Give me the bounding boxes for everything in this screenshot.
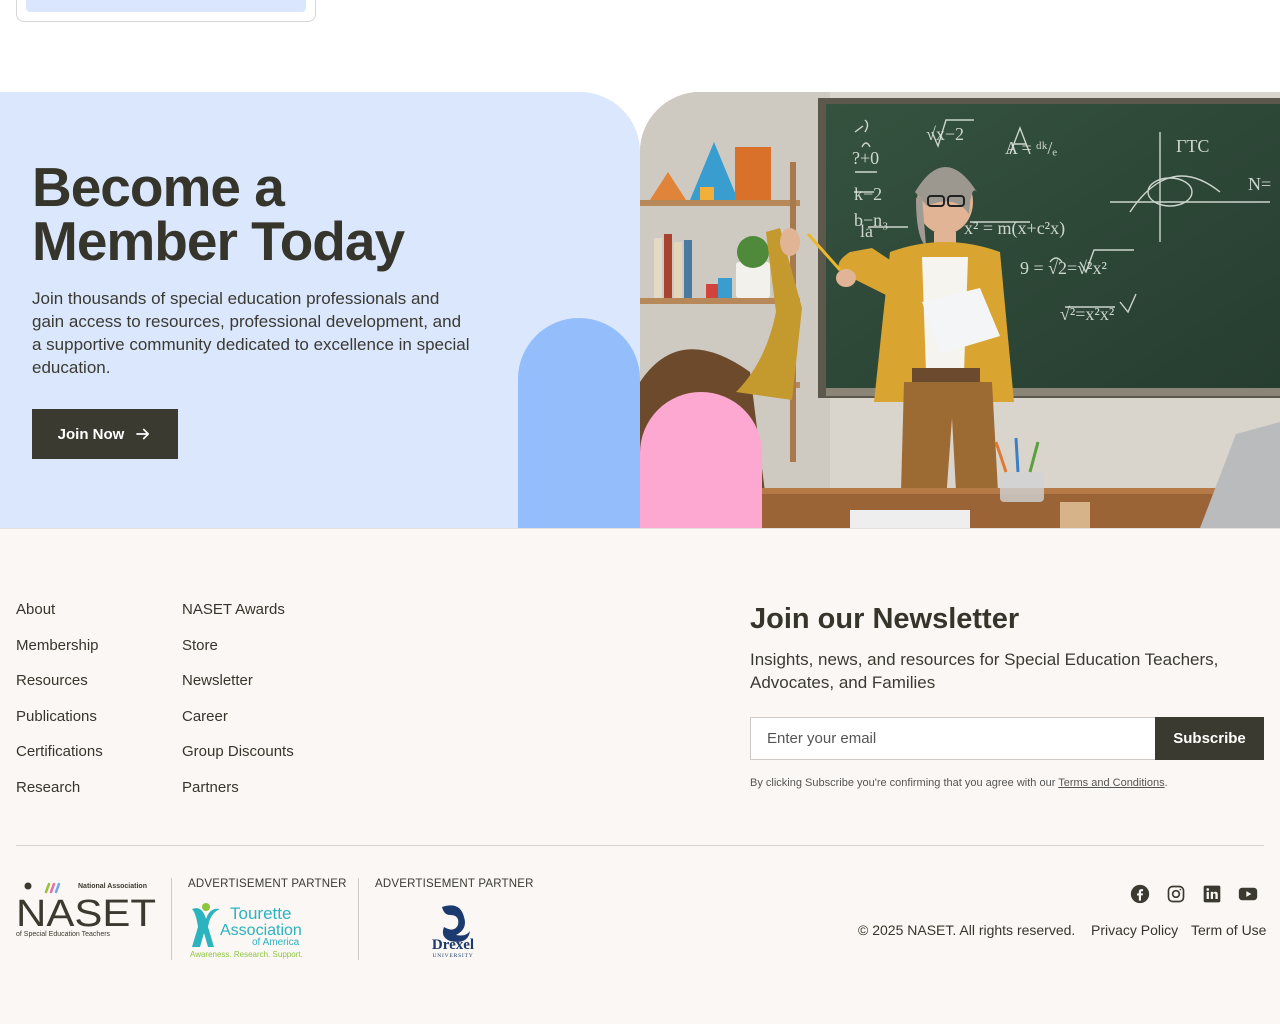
hero-title: Become a Member Today bbox=[32, 156, 405, 272]
svg-text:A = ᵈᵏ/ₑ: A = ᵈᵏ/ₑ bbox=[1005, 138, 1057, 158]
footer-link-about[interactable]: About bbox=[16, 601, 103, 637]
hero-left-panel: Become a Member Today Join thousands of … bbox=[0, 92, 640, 528]
footer-link-publications[interactable]: Publications bbox=[16, 708, 103, 744]
social-links bbox=[1130, 884, 1258, 904]
tourette-tagline: Awareness. Research. Support. bbox=[190, 950, 303, 959]
linkedin-icon[interactable] bbox=[1202, 884, 1222, 904]
footer-link-certifications[interactable]: Certifications bbox=[16, 743, 103, 779]
drexel-name: Drexel bbox=[432, 937, 474, 953]
tourette-line3: of America bbox=[252, 937, 300, 948]
arrow-right-icon bbox=[136, 428, 150, 440]
svg-text:9 = √2=√²x²: 9 = √2=√²x² bbox=[1020, 258, 1107, 278]
terms-of-use-link[interactable]: Term of Use bbox=[1191, 922, 1266, 938]
svg-text:√x−2: √x−2 bbox=[926, 124, 964, 144]
footer-link-newsletter[interactable]: Newsletter bbox=[182, 672, 294, 708]
footer-link-store[interactable]: Store bbox=[182, 637, 294, 673]
newsletter-subtitle: Insights, news, and resources for Specia… bbox=[750, 650, 1219, 692]
terms-and-conditions-link[interactable]: Terms and Conditions bbox=[1058, 777, 1164, 789]
newsletter-email-input[interactable] bbox=[750, 717, 1156, 760]
drexel-sub: UNIVERSITY bbox=[433, 953, 474, 959]
footer-links-column-2: NASET Awards Store Newsletter Career Gro… bbox=[182, 601, 294, 814]
svg-text:?+0: ?+0 bbox=[852, 148, 879, 168]
footer-link-group-discounts[interactable]: Group Discounts bbox=[182, 743, 294, 779]
footer-link-naset-awards[interactable]: NASET Awards bbox=[182, 601, 294, 637]
footer-link-research[interactable]: Research bbox=[16, 779, 103, 815]
copyright-text: © 2025 NASET. All rights reserved. bbox=[858, 922, 1076, 938]
naset-logo-small-text: National Association bbox=[78, 883, 147, 890]
membership-hero: Become a Member Today Join thousands of … bbox=[0, 92, 1280, 528]
newsletter-title: Join our Newsletter bbox=[750, 603, 1020, 635]
privacy-policy-link[interactable]: Privacy Policy bbox=[1091, 922, 1178, 938]
decorative-pink-arch bbox=[640, 392, 762, 528]
hero-description: Join thousands of special education prof… bbox=[32, 289, 470, 377]
svg-text:ΓTC: ΓTC bbox=[1176, 136, 1209, 156]
search-card-field[interactable] bbox=[26, 0, 306, 12]
partner-label-1: ADVERTISEMENT PARTNER bbox=[188, 878, 347, 890]
instagram-icon[interactable] bbox=[1166, 884, 1186, 904]
svg-text:k−2: k−2 bbox=[854, 184, 882, 204]
site-footer: About Membership Resources Publications … bbox=[0, 528, 1280, 1024]
partner-label-2: ADVERTISEMENT PARTNER bbox=[375, 878, 534, 890]
join-now-label: Join Now bbox=[57, 425, 125, 443]
naset-logo-tagline: of Special Education Teachers bbox=[16, 931, 111, 938]
svg-text:la: la bbox=[860, 221, 873, 241]
svg-text:N=: N= bbox=[1248, 174, 1271, 194]
footer-divider bbox=[16, 845, 1264, 846]
youtube-icon[interactable] bbox=[1238, 884, 1258, 904]
subscribe-button[interactable]: Subscribe bbox=[1155, 717, 1264, 760]
disclaimer-suffix: . bbox=[1164, 777, 1168, 789]
tourette-association-logo[interactable]: Tourette Association of America Awarenes… bbox=[188, 901, 308, 959]
footer-link-resources[interactable]: Resources bbox=[16, 672, 103, 708]
footer-link-membership[interactable]: Membership bbox=[16, 637, 103, 673]
logo-separator-2 bbox=[358, 878, 359, 960]
facebook-icon[interactable] bbox=[1130, 884, 1150, 904]
naset-logo-main-text: NASET bbox=[16, 893, 156, 935]
footer-link-career[interactable]: Career bbox=[182, 708, 294, 744]
logo-separator-1 bbox=[171, 878, 172, 960]
drexel-university-logo[interactable]: Drexel UNIVERSITY bbox=[424, 901, 482, 959]
svg-text:x² = m(x+c²x): x² = m(x+c²x) bbox=[964, 218, 1065, 239]
join-now-button[interactable]: Join Now bbox=[32, 409, 178, 459]
footer-links-column-1: About Membership Resources Publications … bbox=[16, 601, 103, 814]
newsletter-disclaimer: By clicking Subscribe you're confirming … bbox=[750, 777, 1168, 789]
decorative-blue-arch bbox=[518, 318, 640, 528]
tourette-line1: Tourette bbox=[230, 904, 291, 923]
naset-logo[interactable]: National Association NASET of Special Ed… bbox=[16, 878, 156, 938]
search-card-remnant bbox=[16, 0, 316, 22]
svg-text:√²=x²x²: √²=x²x² bbox=[1060, 304, 1114, 324]
disclaimer-text: By clicking Subscribe you're confirming … bbox=[750, 777, 1059, 789]
footer-link-partners[interactable]: Partners bbox=[182, 779, 294, 815]
